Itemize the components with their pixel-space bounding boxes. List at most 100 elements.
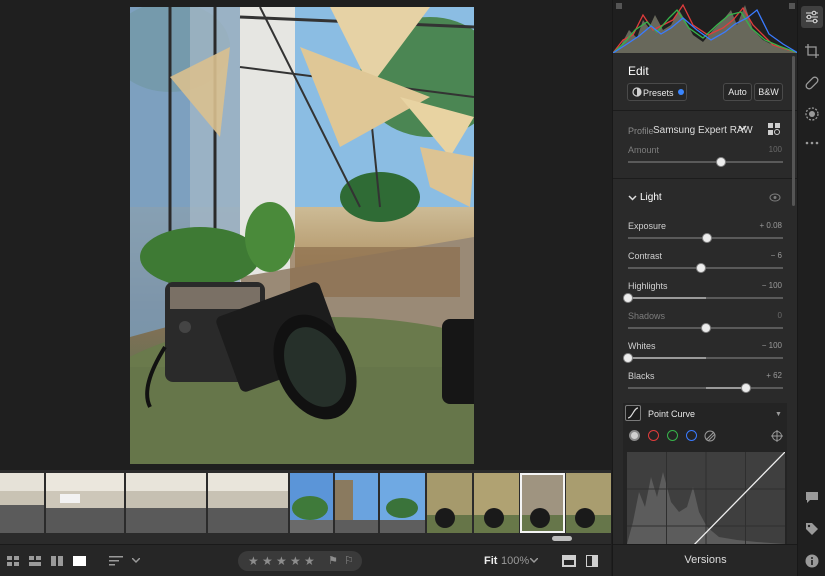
presets-icon <box>632 87 642 97</box>
channel-red-icon[interactable] <box>648 430 659 441</box>
info-icon[interactable] <box>805 554 819 568</box>
photo-canvas[interactable] <box>0 0 611 470</box>
shadow-clip-icon[interactable] <box>616 3 622 9</box>
main-photo[interactable] <box>130 7 474 464</box>
highlights-slider-fill <box>628 297 706 299</box>
panel-scrollbar[interactable] <box>792 56 795 206</box>
channel-rgb-icon[interactable] <box>629 430 640 441</box>
before-after-icon[interactable] <box>562 555 576 567</box>
reject-flag-icon[interactable]: ⚐ <box>344 554 354 567</box>
rating-flag-group: ★ ★ ★ ★ ★ ⚑ ⚐ <box>238 551 362 571</box>
whites-value[interactable]: − 100 <box>762 341 782 350</box>
photo-illustration <box>130 7 474 464</box>
masking-icon[interactable] <box>805 107 819 121</box>
versions-button[interactable]: Versions <box>613 554 798 566</box>
blacks-label: Blacks <box>628 371 655 381</box>
exposure-label: Exposure <box>628 221 667 231</box>
bw-button[interactable]: B&W <box>754 83 783 101</box>
tag-icon[interactable] <box>805 522 819 536</box>
highlights-value[interactable]: − 100 <box>762 281 782 290</box>
amount-slider[interactable] <box>628 157 783 167</box>
curve-glyph <box>627 407 639 419</box>
auto-button[interactable]: Auto <box>723 83 752 101</box>
curve-caret-icon[interactable]: ▼ <box>775 411 782 418</box>
highlights-slider-handle[interactable] <box>623 293 633 303</box>
star-icon-1[interactable]: ★ <box>248 554 259 568</box>
shadows-label: Shadows <box>628 311 666 321</box>
profile-chevron-icon[interactable] <box>738 124 747 132</box>
channel-green-icon[interactable] <box>667 430 678 441</box>
point-curve-title[interactable]: Point Curve <box>648 409 695 419</box>
presets-label: Presets <box>643 88 674 98</box>
thumb-building-2 <box>335 473 378 533</box>
exposure-slider[interactable] <box>628 233 783 243</box>
selected-thumbnail[interactable] <box>520 473 565 533</box>
star-icon-5[interactable]: ★ <box>304 554 315 568</box>
shadows-slider-handle[interactable] <box>700 323 711 333</box>
divider <box>613 110 798 111</box>
grid-large-icon[interactable] <box>7 556 19 566</box>
star-icon-4[interactable]: ★ <box>290 554 301 568</box>
chevron-down-icon[interactable] <box>132 558 140 564</box>
more-icon[interactable] <box>805 136 819 150</box>
highlights-slider[interactable] <box>623 293 783 303</box>
curve-plot <box>627 452 785 544</box>
shadows-value[interactable]: 0 <box>778 311 782 320</box>
single-view-icon[interactable] <box>73 556 86 566</box>
zoom-value[interactable]: 100% <box>501 555 529 567</box>
amount-slider-handle[interactable] <box>716 157 726 167</box>
whites-slider[interactable] <box>623 353 783 363</box>
curve-graph[interactable] <box>627 452 785 544</box>
contrast-slider-handle[interactable] <box>695 263 706 273</box>
blacks-slider-fill <box>705 387 746 389</box>
filmstrip-scrollbar[interactable] <box>552 536 572 541</box>
histogram <box>612 0 799 54</box>
curve-icon[interactable] <box>625 405 641 421</box>
sort-icon[interactable] <box>109 556 123 566</box>
amount-value[interactable]: 100 <box>769 145 782 154</box>
light-collapse-chevron-icon[interactable] <box>628 194 637 202</box>
presets-indicator-icon <box>678 89 684 95</box>
sliders-icon[interactable] <box>805 10 819 24</box>
shadows-slider[interactable] <box>628 323 783 333</box>
healing-icon[interactable] <box>805 76 819 90</box>
contrast-value[interactable]: − 6 <box>771 251 782 260</box>
parametric-curve-icon[interactable] <box>704 430 716 442</box>
target-adjust-icon[interactable] <box>771 430 783 442</box>
blacks-slider[interactable] <box>628 383 783 393</box>
compare-icon[interactable] <box>51 556 63 566</box>
comment-icon[interactable] <box>805 490 819 504</box>
contrast-slider[interactable] <box>628 263 783 273</box>
channel-blue-icon[interactable] <box>686 430 697 441</box>
light-section-title[interactable]: Light <box>640 192 662 203</box>
highlights-label: Highlights <box>628 281 668 291</box>
exposure-slider-handle[interactable] <box>702 233 713 243</box>
edit-panel: Edit Presets Auto B&W Profile Samsung Ex… <box>612 0 799 576</box>
exposure-value[interactable]: + 0.08 <box>760 221 782 230</box>
highlight-clip-icon[interactable] <box>789 3 795 9</box>
profile-browser-icon[interactable] <box>767 122 781 136</box>
whites-slider-handle[interactable] <box>623 353 633 363</box>
star-icon-3[interactable]: ★ <box>276 554 287 568</box>
divider <box>613 178 798 179</box>
thumb-building-3 <box>380 473 425 533</box>
thumb-street-3 <box>126 473 206 533</box>
fit-zoom-button[interactable]: Fit <box>484 555 497 567</box>
star-icon-2[interactable]: ★ <box>262 554 273 568</box>
crop-icon[interactable] <box>805 44 819 58</box>
grid-small-icon[interactable] <box>29 556 41 566</box>
thumb-camera-2 <box>474 473 519 533</box>
eye-icon[interactable] <box>769 193 781 202</box>
pick-flag-icon[interactable]: ⚑ <box>328 554 338 567</box>
filmstrip[interactable] <box>0 470 611 544</box>
tool-rail <box>797 0 825 576</box>
profile-label: Profile <box>628 126 654 136</box>
thumb-camera-1 <box>427 473 472 533</box>
blacks-value[interactable]: + 62 <box>766 371 782 380</box>
zoom-chevron-icon[interactable] <box>530 558 538 564</box>
amount-label: Amount <box>628 145 660 155</box>
split-view-icon[interactable] <box>586 555 598 567</box>
whites-label: Whites <box>628 341 656 351</box>
bottom-toolbar: ★ ★ ★ ★ ★ ⚑ ⚐ Fit 100% <box>0 544 611 576</box>
blacks-slider-handle[interactable] <box>740 383 751 393</box>
